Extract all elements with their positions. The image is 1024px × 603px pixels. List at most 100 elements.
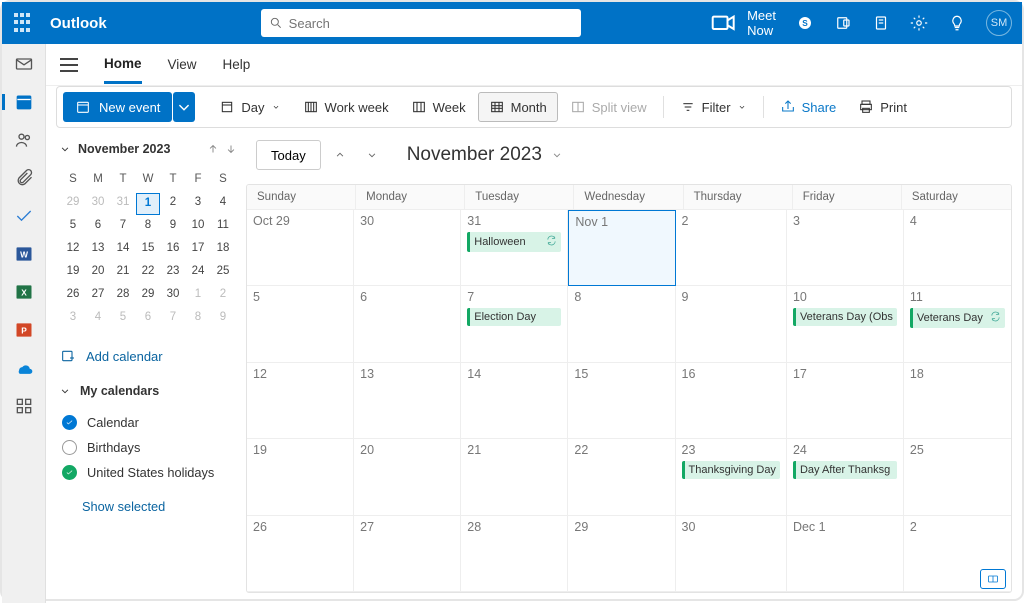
calendar-item[interactable]: Calendar — [58, 410, 238, 435]
calendar-item[interactable]: Birthdays — [58, 435, 238, 460]
mini-day[interactable]: 16 — [161, 239, 185, 261]
mini-day[interactable]: 4 — [211, 193, 235, 215]
day-cell[interactable]: 26 — [247, 516, 354, 592]
mini-day[interactable]: 8 — [136, 216, 160, 238]
mini-day[interactable]: 29 — [61, 193, 85, 215]
mini-day[interactable]: 5 — [111, 308, 135, 330]
mini-day[interactable]: 12 — [61, 239, 85, 261]
settings-icon[interactable] — [910, 14, 928, 32]
day-cell[interactable]: 29 — [568, 516, 675, 592]
notes-icon[interactable] — [872, 14, 890, 32]
calendar-event[interactable]: Day After Thanksg — [793, 461, 897, 479]
tab-home[interactable]: Home — [104, 46, 142, 84]
mail-icon[interactable] — [14, 54, 34, 74]
calendar-event[interactable]: Halloween — [467, 232, 561, 252]
mini-day[interactable]: 5 — [61, 216, 85, 238]
teams-icon[interactable] — [834, 14, 852, 32]
day-cell[interactable]: 10Veterans Day (Obs — [787, 286, 904, 362]
mini-day[interactable]: 25 — [211, 262, 235, 284]
mini-day[interactable]: 2 — [161, 193, 185, 215]
day-cell[interactable]: 9 — [676, 286, 787, 362]
show-selected-link[interactable]: Show selected — [58, 491, 238, 514]
mini-day[interactable]: 26 — [61, 285, 85, 307]
calendar-item[interactable]: United States holidays — [58, 460, 238, 485]
mini-day[interactable]: 3 — [61, 308, 85, 330]
new-event-button[interactable]: New event — [63, 92, 172, 122]
day-cell[interactable]: 7Election Day — [461, 286, 568, 362]
mini-day[interactable]: 13 — [86, 239, 110, 261]
day-cell[interactable]: 22 — [568, 439, 675, 515]
calendar-event[interactable]: Thanksgiving Day — [682, 461, 780, 479]
day-cell[interactable]: 20 — [354, 439, 461, 515]
my-calendars-header[interactable]: My calendars — [58, 378, 238, 404]
new-event-dropdown[interactable] — [173, 92, 195, 122]
mini-day[interactable]: 18 — [211, 239, 235, 261]
day-cell[interactable]: 23Thanksgiving Day — [676, 439, 787, 515]
print-button[interactable]: Print — [848, 92, 917, 122]
attachments-icon[interactable] — [14, 168, 34, 188]
mini-next-icon[interactable] — [224, 142, 238, 156]
day-cell[interactable]: 30 — [676, 516, 787, 592]
more-apps-icon[interactable] — [14, 396, 34, 416]
split-view-button[interactable]: Split view — [560, 92, 657, 122]
share-button[interactable]: Share — [770, 92, 847, 122]
todo-icon[interactable] — [14, 206, 34, 226]
day-cell[interactable]: 13 — [354, 363, 461, 439]
nav-toggle-icon[interactable] — [60, 58, 78, 72]
day-cell[interactable]: 3 — [787, 210, 904, 286]
add-calendar-button[interactable]: Add calendar — [58, 336, 238, 372]
mini-day[interactable]: 6 — [136, 308, 160, 330]
day-cell[interactable]: 12 — [247, 363, 354, 439]
view-week-button[interactable]: Week — [401, 92, 476, 122]
excel-icon[interactable]: X — [14, 282, 34, 302]
search-box[interactable] — [261, 9, 581, 37]
mini-day[interactable]: 30 — [86, 193, 110, 215]
mini-day[interactable]: 2 — [211, 285, 235, 307]
people-icon[interactable] — [14, 130, 34, 150]
view-workweek-button[interactable]: Work week — [293, 92, 399, 122]
calendar-checkbox[interactable] — [62, 465, 77, 480]
app-launcher-icon[interactable] — [12, 11, 36, 35]
day-cell[interactable]: 2 — [676, 210, 787, 286]
prev-month-button[interactable] — [327, 142, 353, 168]
day-cell[interactable]: 21 — [461, 439, 568, 515]
filter-button[interactable]: Filter — [670, 92, 757, 122]
mini-prev-icon[interactable] — [206, 142, 220, 156]
day-cell[interactable]: Dec 1 — [787, 516, 904, 592]
calendar-event[interactable]: Veterans Day (Obs — [793, 308, 897, 326]
day-cell[interactable]: 25 — [904, 439, 1011, 515]
day-cell[interactable]: 8 — [568, 286, 675, 362]
account-avatar[interactable]: SM — [986, 10, 1012, 36]
mini-day[interactable]: 8 — [186, 308, 210, 330]
mini-day[interactable]: 29 — [136, 285, 160, 307]
day-cell[interactable]: 11Veterans Day — [904, 286, 1011, 362]
mini-day[interactable]: 15 — [136, 239, 160, 261]
mini-day[interactable]: 10 — [186, 216, 210, 238]
day-cell[interactable]: 30 — [354, 210, 461, 286]
skype-icon[interactable]: S — [796, 14, 814, 32]
day-cell[interactable]: 16 — [676, 363, 787, 439]
mini-day[interactable]: 4 — [86, 308, 110, 330]
calendar-event[interactable]: Election Day — [467, 308, 561, 326]
day-cell[interactable]: 5 — [247, 286, 354, 362]
mini-day[interactable]: 7 — [111, 216, 135, 238]
mini-day[interactable]: 6 — [86, 216, 110, 238]
day-cell[interactable]: 14 — [461, 363, 568, 439]
mini-day[interactable]: 7 — [161, 308, 185, 330]
mini-day[interactable]: 30 — [161, 285, 185, 307]
day-cell[interactable]: 24Day After Thanksg — [787, 439, 904, 515]
calendar-title[interactable]: November 2023 — [407, 144, 564, 166]
day-cell[interactable]: 4 — [904, 210, 1011, 286]
day-cell[interactable]: Nov 1 — [568, 210, 675, 286]
calendar-checkbox[interactable] — [62, 415, 77, 430]
mini-day[interactable]: 28 — [111, 285, 135, 307]
tab-help[interactable]: Help — [223, 47, 251, 82]
mini-day[interactable]: 1 — [136, 193, 160, 215]
day-cell[interactable]: Oct 29 — [247, 210, 354, 286]
calendar-checkbox[interactable] — [62, 440, 77, 455]
mini-day[interactable]: 9 — [161, 216, 185, 238]
mini-day[interactable]: 27 — [86, 285, 110, 307]
day-cell[interactable]: 28 — [461, 516, 568, 592]
mini-day[interactable]: 14 — [111, 239, 135, 261]
today-button[interactable]: Today — [256, 140, 321, 170]
